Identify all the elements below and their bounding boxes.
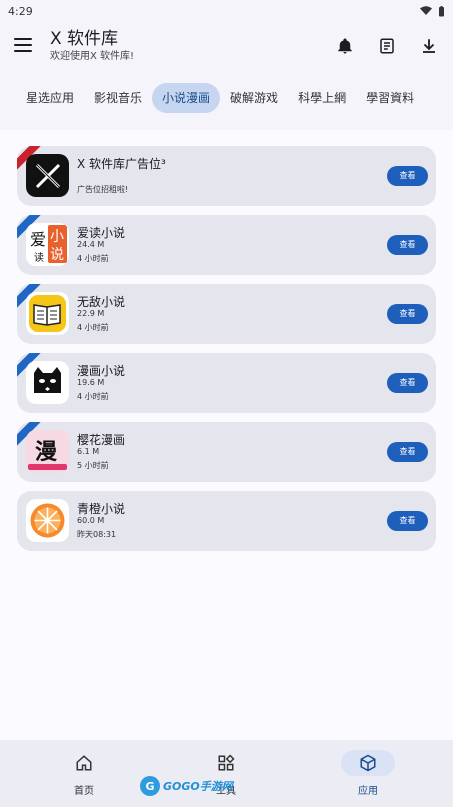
app-size: 22.9 M xyxy=(77,309,105,318)
status-bar: 4:29 xyxy=(0,0,453,22)
orange-icon xyxy=(26,499,69,542)
view-button[interactable]: 查看 xyxy=(387,373,428,393)
cube-icon xyxy=(341,750,395,776)
nav-tools[interactable]: 工具 xyxy=(176,740,276,807)
manhua-icon: 漫 xyxy=(26,430,69,473)
status-time: 4:29 xyxy=(8,4,33,18)
tab-kexue[interactable]: 科學上網 xyxy=(288,83,356,113)
svg-text:说: 说 xyxy=(50,247,64,263)
app-time: 4 小时前 xyxy=(77,254,109,263)
view-button[interactable]: 查看 xyxy=(387,304,428,324)
notes-icon[interactable] xyxy=(377,36,397,56)
book-icon xyxy=(26,292,69,335)
header-actions xyxy=(335,36,439,56)
list-item[interactable]: 漫画小说 19.6 M 4 小时前 查看 xyxy=(17,353,436,413)
app-name: 爱读小说 xyxy=(77,226,126,240)
app-meta: 广告位招租啦! xyxy=(77,185,129,194)
app-name: 漫画小说 xyxy=(77,364,126,378)
nav-label: 首页 xyxy=(74,786,94,797)
list-item[interactable]: X 软件库广告位³ 广告位招租啦! 查看 xyxy=(17,146,436,206)
x-logo-icon xyxy=(26,154,69,197)
app-size: 19.6 M xyxy=(77,378,105,387)
app-time: 4 小时前 xyxy=(77,392,109,401)
view-button[interactable]: 查看 xyxy=(387,511,428,531)
app-time: 4 小时前 xyxy=(77,323,109,332)
widgets-icon xyxy=(199,750,253,776)
app-size: 24.4 M xyxy=(77,240,105,249)
page-title: X 软件库 xyxy=(50,29,119,49)
tab-yingshi[interactable]: 影视音乐 xyxy=(84,83,152,113)
app-name: X 软件库广告位³ xyxy=(77,157,166,171)
app-time: 5 小时前 xyxy=(77,461,109,470)
tab-pojie[interactable]: 破解游戏 xyxy=(220,83,288,113)
wifi-icon xyxy=(420,6,432,15)
svg-text:漫: 漫 xyxy=(35,440,57,465)
app-time: 昨天08:31 xyxy=(77,530,117,539)
download-icon[interactable] xyxy=(419,36,439,56)
category-tabs: 星选应用 影视音乐 小说漫画 破解游戏 科學上網 學習資料 xyxy=(0,82,453,114)
app-list: X 软件库广告位³ 广告位招租啦! 查看 爱 小 说 读 爱读小说 24.4 M… xyxy=(0,130,453,740)
home-icon xyxy=(57,750,111,776)
app-name: 无敌小说 xyxy=(77,295,126,309)
list-item[interactable]: 爱 小 说 读 爱读小说 24.4 M 4 小时前 查看 xyxy=(17,215,436,275)
aidu-icon: 爱 小 说 读 xyxy=(26,223,69,266)
tab-xuexi[interactable]: 學習資料 xyxy=(356,83,424,113)
svg-text:读: 读 xyxy=(34,251,44,264)
nav-label: 应用 xyxy=(358,786,378,797)
bottom-nav: 首页 工具 应用 xyxy=(0,740,453,807)
menu-icon[interactable] xyxy=(14,38,32,54)
page-subtitle: 欢迎使用X 软件库! xyxy=(50,51,135,62)
watermark-text: GOGO手游网 xyxy=(163,780,233,793)
bell-icon[interactable] xyxy=(335,36,355,56)
battery-icon xyxy=(439,5,444,16)
cat-icon xyxy=(26,361,69,404)
app-size: 6.1 M xyxy=(77,447,100,456)
list-item[interactable]: 青橙小说 60.0 M 昨天08:31 查看 xyxy=(17,491,436,551)
tab-xingxuan[interactable]: 星选应用 xyxy=(16,83,84,113)
status-icons xyxy=(420,5,445,17)
view-button[interactable]: 查看 xyxy=(387,235,428,255)
view-button[interactable]: 查看 xyxy=(387,442,428,462)
list-item[interactable]: 无敌小说 22.9 M 4 小时前 查看 xyxy=(17,284,436,344)
svg-text:爱: 爱 xyxy=(30,230,46,249)
watermark-logo-icon: G xyxy=(140,776,160,796)
list-item[interactable]: 漫 樱花漫画 6.1 M 5 小时前 查看 xyxy=(17,422,436,482)
app-name: 樱花漫画 xyxy=(77,433,126,447)
app-size: 60.0 M xyxy=(77,516,105,525)
nav-apps[interactable]: 应用 xyxy=(318,740,418,807)
app-name: 青橙小说 xyxy=(77,502,126,516)
watermark: G GOGO手游网 xyxy=(140,776,233,796)
nav-home[interactable]: 首页 xyxy=(34,740,134,807)
view-button[interactable]: 查看 xyxy=(387,166,428,186)
svg-text:小: 小 xyxy=(50,229,64,245)
header-titles: X 软件库 欢迎使用X 软件库! xyxy=(50,28,134,64)
app-bar: X 软件库 欢迎使用X 软件库! xyxy=(0,26,453,70)
tab-xiaoshuo[interactable]: 小说漫画 xyxy=(152,83,221,113)
